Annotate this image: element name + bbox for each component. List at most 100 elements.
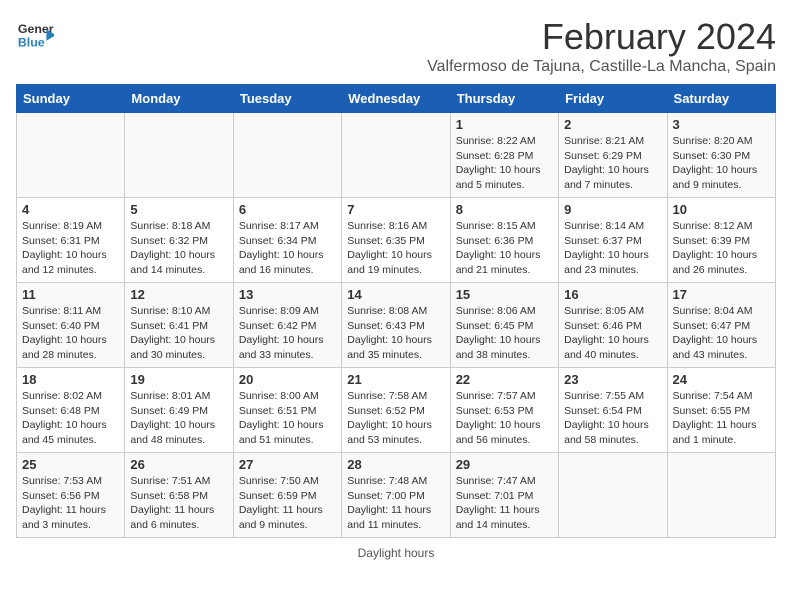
day-number: 10: [673, 202, 770, 217]
day-info: Sunrise: 8:20 AM Sunset: 6:30 PM Dayligh…: [673, 134, 770, 193]
day-number: 9: [564, 202, 661, 217]
day-info: Sunrise: 8:04 AM Sunset: 6:47 PM Dayligh…: [673, 304, 770, 363]
day-info: Sunrise: 8:21 AM Sunset: 6:29 PM Dayligh…: [564, 134, 661, 193]
day-cell: 21 Sunrise: 7:58 AM Sunset: 6:52 PM Dayli…: [342, 368, 450, 453]
day-info: Sunrise: 8:15 AM Sunset: 6:36 PM Dayligh…: [456, 219, 553, 278]
day-number: 5: [130, 202, 227, 217]
day-number: 23: [564, 372, 661, 387]
col-header-wednesday: Wednesday: [342, 85, 450, 113]
footer-note: Daylight hours: [16, 546, 776, 560]
day-cell: 18 Sunrise: 8:02 AM Sunset: 6:48 PM Dayli…: [17, 368, 125, 453]
day-info: Sunrise: 8:14 AM Sunset: 6:37 PM Dayligh…: [564, 219, 661, 278]
day-number: 6: [239, 202, 336, 217]
col-header-friday: Friday: [559, 85, 667, 113]
day-number: 18: [22, 372, 119, 387]
day-number: 2: [564, 117, 661, 132]
day-number: 3: [673, 117, 770, 132]
day-cell: 8Sunrise: 8:15 AM Sunset: 6:36 PM Daylig…: [450, 198, 558, 283]
day-info: Sunrise: 8:12 AM Sunset: 6:39 PM Dayligh…: [673, 219, 770, 278]
day-number: 7: [347, 202, 444, 217]
day-cell: 13 Sunrise: 8:09 AM Sunset: 6:42 PM Dayli…: [233, 283, 341, 368]
day-info: Sunrise: 8:22 AM Sunset: 6:28 PM Dayligh…: [456, 134, 553, 193]
header: General Blue February 2024 Valfermoso de…: [16, 16, 776, 76]
day-cell: 6 Sunrise: 8:17 AM Sunset: 6:34 PM Daylig…: [233, 198, 341, 283]
day-info: Sunrise: 8:10 AM Sunset: 6:41 PM Dayligh…: [130, 304, 227, 363]
day-number: 22: [456, 372, 553, 387]
day-cell: 7 Sunrise: 8:16 AM Sunset: 6:35 PM Daylig…: [342, 198, 450, 283]
week-row-1: 1Sunrise: 8:22 AM Sunset: 6:28 PM Daylig…: [17, 113, 776, 198]
col-header-monday: Monday: [125, 85, 233, 113]
day-cell: 15Sunrise: 8:06 AM Sunset: 6:45 PM Dayli…: [450, 283, 558, 368]
day-cell: 1Sunrise: 8:22 AM Sunset: 6:28 PM Daylig…: [450, 113, 558, 198]
day-info: Sunrise: 7:51 AM Sunset: 6:58 PM Dayligh…: [130, 474, 227, 533]
day-cell: 19 Sunrise: 8:01 AM Sunset: 6:49 PM Dayli…: [125, 368, 233, 453]
day-number: 17: [673, 287, 770, 302]
day-number: 21: [347, 372, 444, 387]
day-number: 15: [456, 287, 553, 302]
day-cell: [125, 113, 233, 198]
day-cell: 22 Sunrise: 7:57 AM Sunset: 6:53 PM Dayli…: [450, 368, 558, 453]
day-cell: 25 Sunrise: 7:53 AM Sunset: 6:56 PM Dayli…: [17, 453, 125, 538]
day-cell: 2 Sunrise: 8:21 AM Sunset: 6:29 PM Daylig…: [559, 113, 667, 198]
day-info: Sunrise: 7:48 AM Sunset: 7:00 PM Dayligh…: [347, 474, 444, 533]
day-info: Sunrise: 7:54 AM Sunset: 6:55 PM Dayligh…: [673, 389, 770, 448]
svg-text:Blue: Blue: [18, 35, 45, 49]
day-info: Sunrise: 8:11 AM Sunset: 6:40 PM Dayligh…: [22, 304, 119, 363]
calendar-table: SundayMondayTuesdayWednesdayThursdayFrid…: [16, 84, 776, 538]
subtitle: Valfermoso de Tajuna, Castille-La Mancha…: [427, 58, 776, 76]
day-cell: 24 Sunrise: 7:54 AM Sunset: 6:55 PM Dayli…: [667, 368, 775, 453]
week-row-5: 25 Sunrise: 7:53 AM Sunset: 6:56 PM Dayli…: [17, 453, 776, 538]
col-header-tuesday: Tuesday: [233, 85, 341, 113]
day-cell: 27Sunrise: 7:50 AM Sunset: 6:59 PM Dayli…: [233, 453, 341, 538]
day-cell: 11 Sunrise: 8:11 AM Sunset: 6:40 PM Dayli…: [17, 283, 125, 368]
day-number: 24: [673, 372, 770, 387]
day-number: 29: [456, 457, 553, 472]
day-info: Sunrise: 7:58 AM Sunset: 6:52 PM Dayligh…: [347, 389, 444, 448]
day-cell: 14Sunrise: 8:08 AM Sunset: 6:43 PM Dayli…: [342, 283, 450, 368]
day-cell: [342, 113, 450, 198]
day-info: Sunrise: 8:02 AM Sunset: 6:48 PM Dayligh…: [22, 389, 119, 448]
day-info: Sunrise: 8:05 AM Sunset: 6:46 PM Dayligh…: [564, 304, 661, 363]
day-number: 13: [239, 287, 336, 302]
day-cell: [559, 453, 667, 538]
col-header-saturday: Saturday: [667, 85, 775, 113]
week-row-4: 18 Sunrise: 8:02 AM Sunset: 6:48 PM Dayli…: [17, 368, 776, 453]
week-row-3: 11 Sunrise: 8:11 AM Sunset: 6:40 PM Dayli…: [17, 283, 776, 368]
day-info: Sunrise: 7:55 AM Sunset: 6:54 PM Dayligh…: [564, 389, 661, 448]
day-cell: 23 Sunrise: 7:55 AM Sunset: 6:54 PM Dayli…: [559, 368, 667, 453]
day-number: 25: [22, 457, 119, 472]
header-row: SundayMondayTuesdayWednesdayThursdayFrid…: [17, 85, 776, 113]
day-info: Sunrise: 8:18 AM Sunset: 6:32 PM Dayligh…: [130, 219, 227, 278]
day-cell: 16Sunrise: 8:05 AM Sunset: 6:46 PM Dayli…: [559, 283, 667, 368]
logo: General Blue: [16, 16, 54, 54]
day-info: Sunrise: 8:08 AM Sunset: 6:43 PM Dayligh…: [347, 304, 444, 363]
day-number: 28: [347, 457, 444, 472]
day-cell: 17 Sunrise: 8:04 AM Sunset: 6:47 PM Dayli…: [667, 283, 775, 368]
day-info: Sunrise: 8:17 AM Sunset: 6:34 PM Dayligh…: [239, 219, 336, 278]
logo-icon: General Blue: [16, 16, 54, 54]
week-row-2: 4 Sunrise: 8:19 AM Sunset: 6:31 PM Daylig…: [17, 198, 776, 283]
day-cell: [667, 453, 775, 538]
day-cell: 12Sunrise: 8:10 AM Sunset: 6:41 PM Dayli…: [125, 283, 233, 368]
day-info: Sunrise: 7:53 AM Sunset: 6:56 PM Dayligh…: [22, 474, 119, 533]
day-info: Sunrise: 7:47 AM Sunset: 7:01 PM Dayligh…: [456, 474, 553, 533]
day-cell: [233, 113, 341, 198]
day-cell: 26 Sunrise: 7:51 AM Sunset: 6:58 PM Dayli…: [125, 453, 233, 538]
day-cell: 20Sunrise: 8:00 AM Sunset: 6:51 PM Dayli…: [233, 368, 341, 453]
day-number: 26: [130, 457, 227, 472]
day-info: Sunrise: 8:09 AM Sunset: 6:42 PM Dayligh…: [239, 304, 336, 363]
day-info: Sunrise: 7:57 AM Sunset: 6:53 PM Dayligh…: [456, 389, 553, 448]
day-cell: 29 Sunrise: 7:47 AM Sunset: 7:01 PM Dayli…: [450, 453, 558, 538]
day-number: 11: [22, 287, 119, 302]
day-info: Sunrise: 7:50 AM Sunset: 6:59 PM Dayligh…: [239, 474, 336, 533]
day-info: Sunrise: 8:16 AM Sunset: 6:35 PM Dayligh…: [347, 219, 444, 278]
col-header-thursday: Thursday: [450, 85, 558, 113]
day-info: Sunrise: 8:01 AM Sunset: 6:49 PM Dayligh…: [130, 389, 227, 448]
day-info: Sunrise: 8:19 AM Sunset: 6:31 PM Dayligh…: [22, 219, 119, 278]
day-cell: 3 Sunrise: 8:20 AM Sunset: 6:30 PM Daylig…: [667, 113, 775, 198]
day-cell: 9 Sunrise: 8:14 AM Sunset: 6:37 PM Daylig…: [559, 198, 667, 283]
day-number: 19: [130, 372, 227, 387]
day-number: 4: [22, 202, 119, 217]
day-number: 20: [239, 372, 336, 387]
day-cell: 5 Sunrise: 8:18 AM Sunset: 6:32 PM Daylig…: [125, 198, 233, 283]
